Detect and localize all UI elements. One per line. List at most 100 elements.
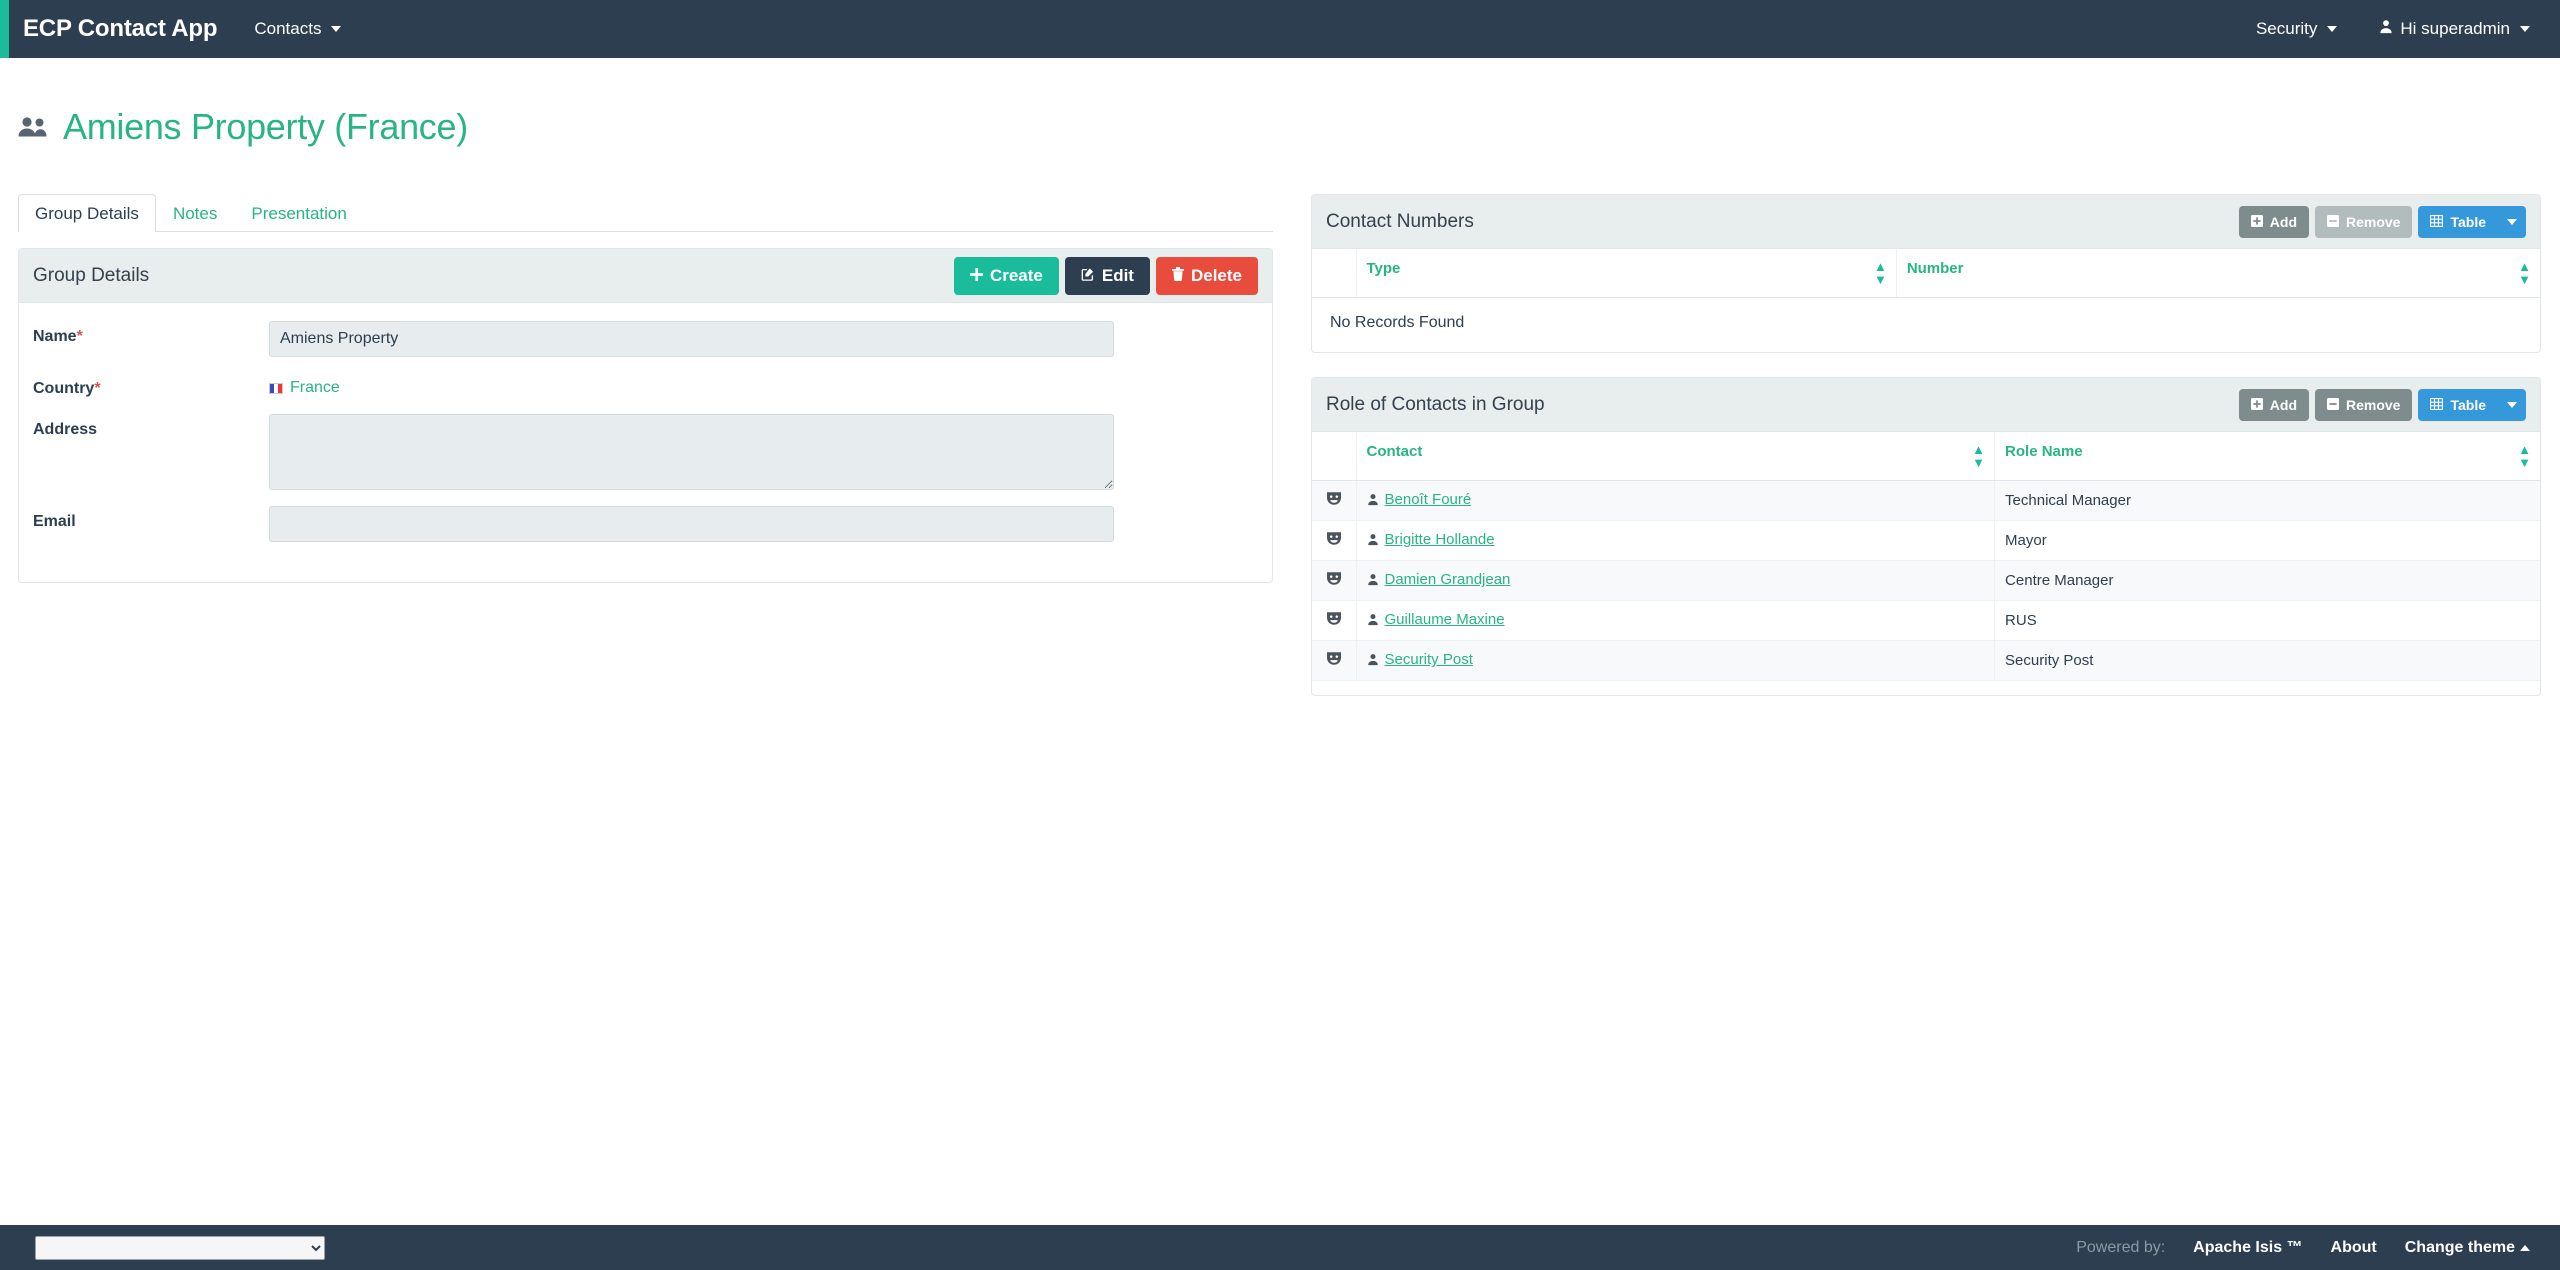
table-row: Damien Grandjean Centre Manager [1312,560,2540,602]
contact-name: Brigitte Hollande [1384,531,1495,549]
navbar-right-group: Security Hi superadmin [2214,19,2560,39]
tab-presentation[interactable]: Presentation [234,194,363,232]
role-of-contacts-panel-title: Role of Contacts in Group [1326,393,1545,415]
sort-arrows-icon[interactable]: ▲ ▼ [2518,443,2531,469]
person-icon [1367,533,1379,546]
role-of-contacts-table-button[interactable]: Table [2418,388,2498,421]
column-header-number[interactable]: Number ▲ ▼ [1895,249,2540,299]
column-header-type[interactable]: Type ▲ ▼ [1355,249,1897,299]
role-of-contacts-panel-body: Contact ▲ ▼ Role Name ▲ ▼ Benoît Fouré Tech… [1312,432,2540,695]
contact-link[interactable]: Damien Grandjean [1367,571,1511,589]
role-name-cell: RUS [1994,600,2540,642]
about-link[interactable]: About [2331,1239,2377,1257]
role-of-contacts-remove-button[interactable]: Remove [2315,388,2413,421]
contact-numbers-view-switcher: Table [2418,205,2526,238]
nav-item-user-menu[interactable]: Hi superadmin [2379,19,2530,39]
row-object-icon-cell [1312,480,1356,522]
contact-name: Security Post [1384,651,1473,669]
role-of-contacts-panel-header: Role of Contacts in Group Add Remove Tab… [1312,378,2540,433]
theater-mask-icon[interactable] [1326,531,1342,546]
role-of-contacts-view-dropdown-toggle[interactable] [2498,388,2526,421]
column-header-role-name[interactable]: Role Name ▲ ▼ [1994,432,2540,482]
role-of-contacts-add-label: Add [2269,396,2297,413]
column-header-contact-label: Contact [1366,443,1423,461]
role-name-value: Centre Manager [2005,572,2114,590]
group-details-panel: Group Details Create Edit Delete Name* A… [18,248,1273,584]
table-row: Security Post Security Post [1312,640,2540,682]
contact-cell: Benoît Fouré [1355,480,1995,522]
role-of-contacts-table-label: Table [2450,396,2486,413]
contact-numbers-panel-header: Contact Numbers Add Remove Table [1312,195,2540,250]
field-row-country: Country* France [33,373,1258,398]
contact-numbers-add-button[interactable]: Add [2238,205,2309,238]
apache-isis-link[interactable]: Apache Isis ™ [2193,1239,2302,1257]
contact-numbers-remove-label: Remove [2346,213,2401,230]
contact-numbers-empty-message: No Records Found [1330,314,1465,332]
group-details-actions: Create Edit Delete [953,256,1258,295]
edit-button[interactable]: Edit [1064,256,1150,295]
theater-mask-icon[interactable] [1326,571,1342,586]
sort-arrows-icon[interactable]: ▲ ▼ [1972,443,1985,469]
person-icon [1367,493,1379,506]
plus-square-icon [2250,214,2263,230]
contact-numbers-table-head: Type ▲ ▼ Number ▲ ▼ [1312,249,2540,299]
required-marker: * [94,380,101,398]
contact-numbers-actions: Add Remove Table [2238,205,2526,238]
email-input[interactable] [269,506,1114,543]
column-header-contact[interactable]: Contact ▲ ▼ [1355,432,1995,482]
role-name-value: Security Post [2005,652,2094,670]
chevron-down-icon [2520,26,2530,32]
contact-link[interactable]: Brigitte Hollande [1367,531,1495,548]
delete-button[interactable]: Delete [1155,256,1258,295]
edit-button-label: Edit [1101,265,1134,285]
role-of-contacts-table-head: Contact ▲ ▼ Role Name ▲ ▼ [1312,432,2540,482]
contact-numbers-table-button[interactable]: Table [2418,205,2498,238]
table-row: Guillaume Maxine RUS [1312,600,2540,642]
role-of-contacts-view-switcher: Table [2418,388,2526,421]
contact-link[interactable]: Benoît Fouré [1367,491,1471,508]
app-brand-link[interactable]: ECP Contact App [23,15,218,43]
theater-mask-icon[interactable] [1326,491,1342,506]
address-textarea[interactable] [269,414,1114,491]
contact-numbers-view-dropdown-toggle[interactable] [2498,205,2526,238]
contact-link[interactable]: Security Post [1367,651,1473,668]
field-row-email: Email [33,506,1258,543]
group-details-panel-body: Name* Country* France Address Email [19,303,1272,582]
field-row-address: Address [33,414,1258,491]
left-column: Group Details Create Edit Delete Name* A… [18,248,1273,607]
tab-group-details[interactable]: Group Details [18,194,156,233]
country-link[interactable]: France [290,379,340,397]
address-field-label: Address [33,421,98,439]
sort-arrows-icon[interactable]: ▲ ▼ [1874,260,1887,286]
nav-item-security[interactable]: Security [2256,19,2338,39]
delete-button-label: Delete [1190,265,1242,285]
name-field-label: Name* [33,321,269,346]
contact-name: Damien Grandjean [1384,571,1511,589]
create-button[interactable]: Create [953,256,1059,295]
theater-mask-icon[interactable] [1326,651,1342,666]
row-object-icon-cell [1312,600,1356,642]
contact-numbers-header-row: Type ▲ ▼ Number ▲ ▼ [1312,249,2540,299]
nav-item-user-label: Hi superadmin [2400,19,2510,38]
tab-notes[interactable]: Notes [156,194,234,232]
country-value: France [269,373,340,397]
role-of-contacts-add-button[interactable]: Add [2238,388,2309,421]
chevron-down-icon [2327,26,2338,32]
change-theme-link[interactable]: Change theme [2405,1239,2530,1257]
footer-locale-select[interactable] [35,1235,325,1260]
contact-numbers-table-label: Table [2450,213,2486,230]
field-row-name: Name* [33,321,1258,358]
theater-mask-icon[interactable] [1326,611,1342,626]
group-details-panel-header: Group Details Create Edit Delete [19,249,1272,304]
chevron-down-icon [331,26,342,32]
table-grid-icon [2430,214,2444,230]
name-input[interactable] [269,321,1114,358]
contact-numbers-remove-button[interactable]: Remove [2315,205,2413,238]
column-header-role-name-label: Role Name [2005,443,2083,461]
contact-link[interactable]: Guillaume Maxine [1367,611,1505,628]
nav-item-contacts[interactable]: Contacts [254,19,342,39]
person-icon [1367,573,1379,586]
role-name-cell: Mayor [1994,520,2540,562]
contact-numbers-table: Type ▲ ▼ Number ▲ ▼ [1312,249,2540,299]
sort-arrows-icon[interactable]: ▲ ▼ [2518,260,2531,286]
